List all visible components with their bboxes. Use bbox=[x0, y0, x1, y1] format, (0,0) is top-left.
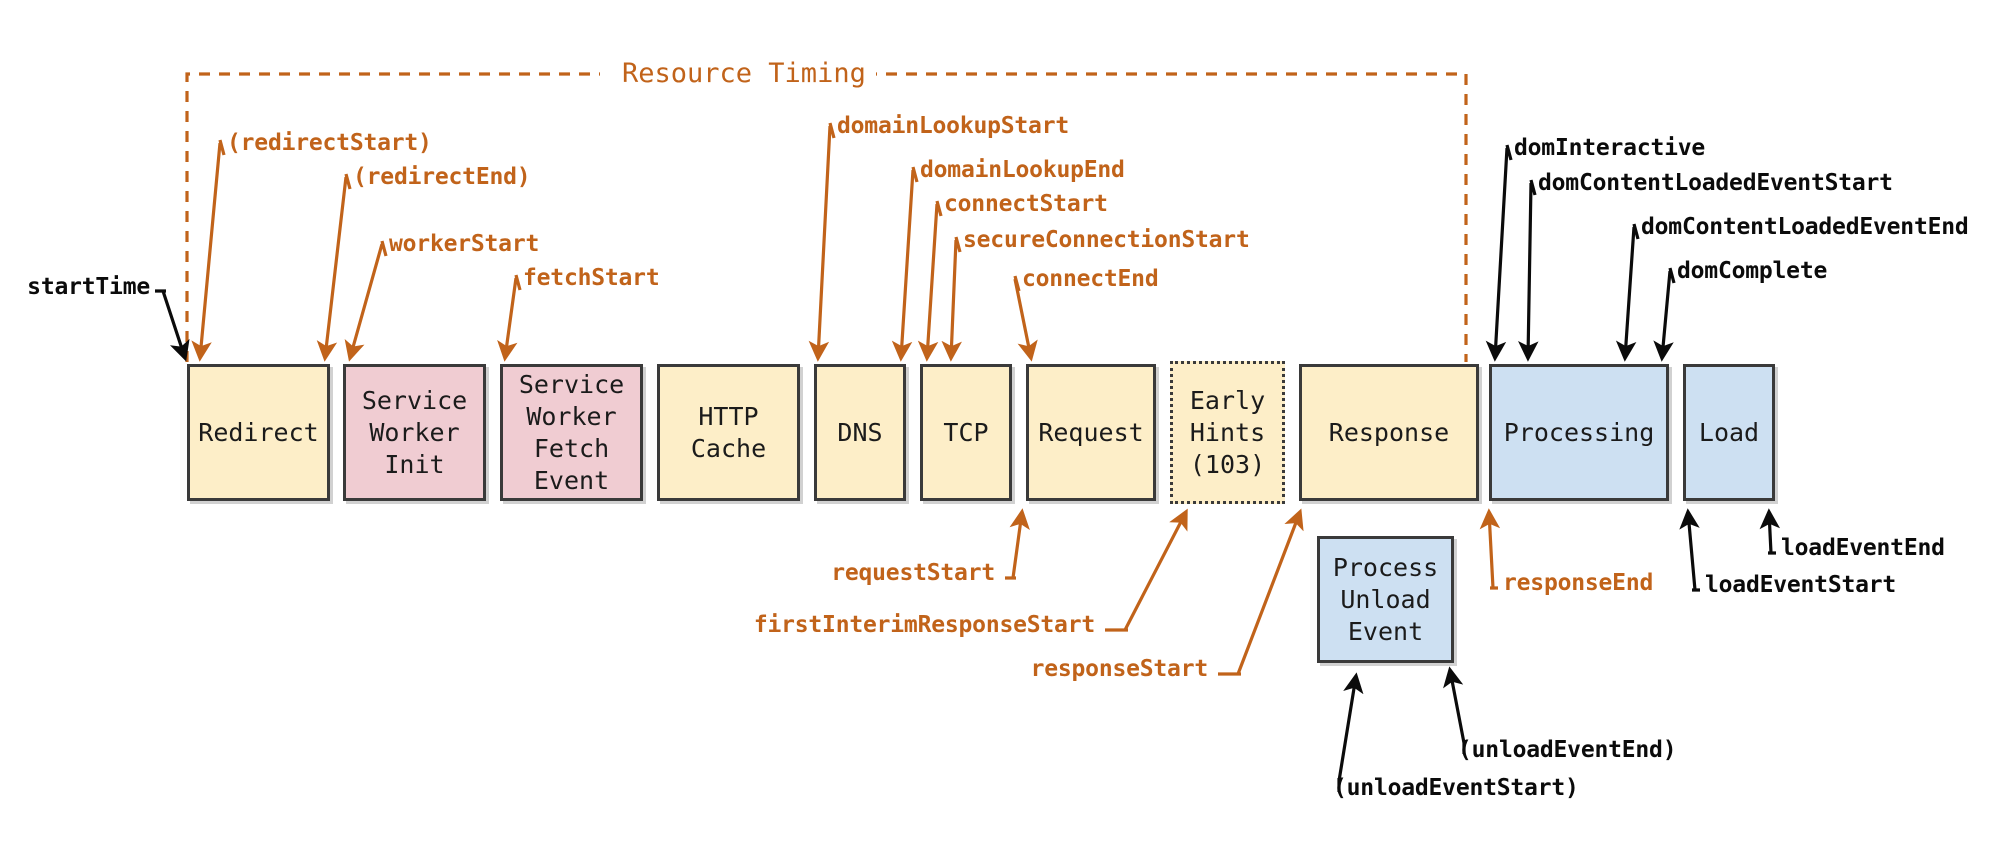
annotation-unloadEventStart: (unloadEventStart) bbox=[1333, 775, 1579, 801]
leader-requestStart bbox=[1005, 512, 1022, 580]
annotation-secureConnectionStart: secureConnectionStart bbox=[963, 227, 1250, 253]
phase-box-early-hints: Early Hints (103) bbox=[1170, 361, 1285, 504]
annotation-domainLookupEnd: domainLookupEnd bbox=[920, 157, 1125, 183]
leader-loadEventStart bbox=[1688, 512, 1700, 592]
leader-secureConnectionStart bbox=[951, 236, 960, 358]
annotation-unloadEventEnd: (unloadEventEnd) bbox=[1458, 737, 1677, 763]
leader-startTime bbox=[155, 289, 185, 358]
annotation-domContentLoadedEventEnd: domContentLoadedEventEnd bbox=[1641, 214, 1969, 240]
annotation-domContentLoadedEventStart: domContentLoadedEventStart bbox=[1538, 170, 1893, 196]
leader-responseStart bbox=[1218, 512, 1300, 676]
phase-box-http-cache: HTTP Cache bbox=[657, 364, 800, 501]
annotation-fetchStart: fetchStart bbox=[523, 265, 660, 291]
leader-domainLookupStart bbox=[818, 122, 834, 358]
annotation-loadEventEnd: loadEventEnd bbox=[1781, 535, 1945, 561]
phase-box-tcp: TCP bbox=[920, 364, 1012, 501]
phase-box-load: Load bbox=[1683, 364, 1775, 501]
leader-domContentLoadedEventEnd bbox=[1625, 223, 1638, 358]
phase-box-dns: DNS bbox=[814, 364, 906, 501]
leader-domComplete bbox=[1662, 267, 1674, 358]
leader-redirectStart bbox=[200, 139, 226, 358]
orange-leaders-top bbox=[200, 122, 1031, 358]
annotation-loadEventStart: loadEventStart bbox=[1705, 572, 1897, 598]
phase-box-service-worker-fetch: Service Worker Fetch Event bbox=[500, 364, 643, 501]
leader-responseEnd bbox=[1489, 512, 1498, 590]
leader-domInteractive bbox=[1495, 144, 1511, 358]
annotation-responseStart: responseStart bbox=[1030, 656, 1209, 682]
leader-connectStart bbox=[927, 200, 941, 358]
phase-box-response: Response bbox=[1299, 364, 1479, 501]
annotation-redirectEnd: (redirectEnd) bbox=[353, 164, 531, 190]
annotation-requestStart: requestStart bbox=[831, 560, 995, 586]
leader-loadEventEnd bbox=[1768, 512, 1776, 555]
annotation-connectEnd: connectEnd bbox=[1022, 266, 1159, 292]
leader-fetchStart bbox=[505, 274, 520, 358]
annotation-startTime: startTime bbox=[27, 274, 150, 300]
annotation-responseEnd: responseEnd bbox=[1503, 570, 1654, 596]
annotation-domainLookupStart: domainLookupStart bbox=[837, 113, 1070, 139]
annotation-firstInterimResponseStart: firstInterimResponseStart bbox=[753, 612, 1095, 638]
phase-box-request: Request bbox=[1026, 364, 1156, 501]
phase-box-processing: Processing bbox=[1489, 364, 1669, 501]
leader-redirectEnd bbox=[325, 173, 352, 358]
leader-domContentLoadedEventStart bbox=[1528, 179, 1535, 358]
phase-box-process-unload-event: Process Unload Event bbox=[1317, 536, 1454, 663]
phase-box-service-worker-init: Service Worker Init bbox=[343, 364, 486, 501]
annotation-domInteractive: domInteractive bbox=[1514, 135, 1706, 161]
leader-workerStart bbox=[350, 240, 388, 358]
annotation-connectStart: connectStart bbox=[944, 191, 1108, 217]
leader-firstInterimResponseStart bbox=[1105, 512, 1186, 632]
leader-domainLookupEnd bbox=[901, 166, 917, 358]
annotation-domComplete: domComplete bbox=[1677, 258, 1828, 284]
phase-box-redirect: Redirect bbox=[187, 364, 330, 501]
annotation-workerStart: workerStart bbox=[389, 231, 540, 257]
resource-timing-bracket-label: Resource Timing bbox=[612, 58, 876, 89]
annotation-redirectStart: (redirectStart) bbox=[227, 130, 432, 156]
resource-timing-diagram: Resource Timing Redirect Service Worker I… bbox=[0, 0, 2013, 865]
